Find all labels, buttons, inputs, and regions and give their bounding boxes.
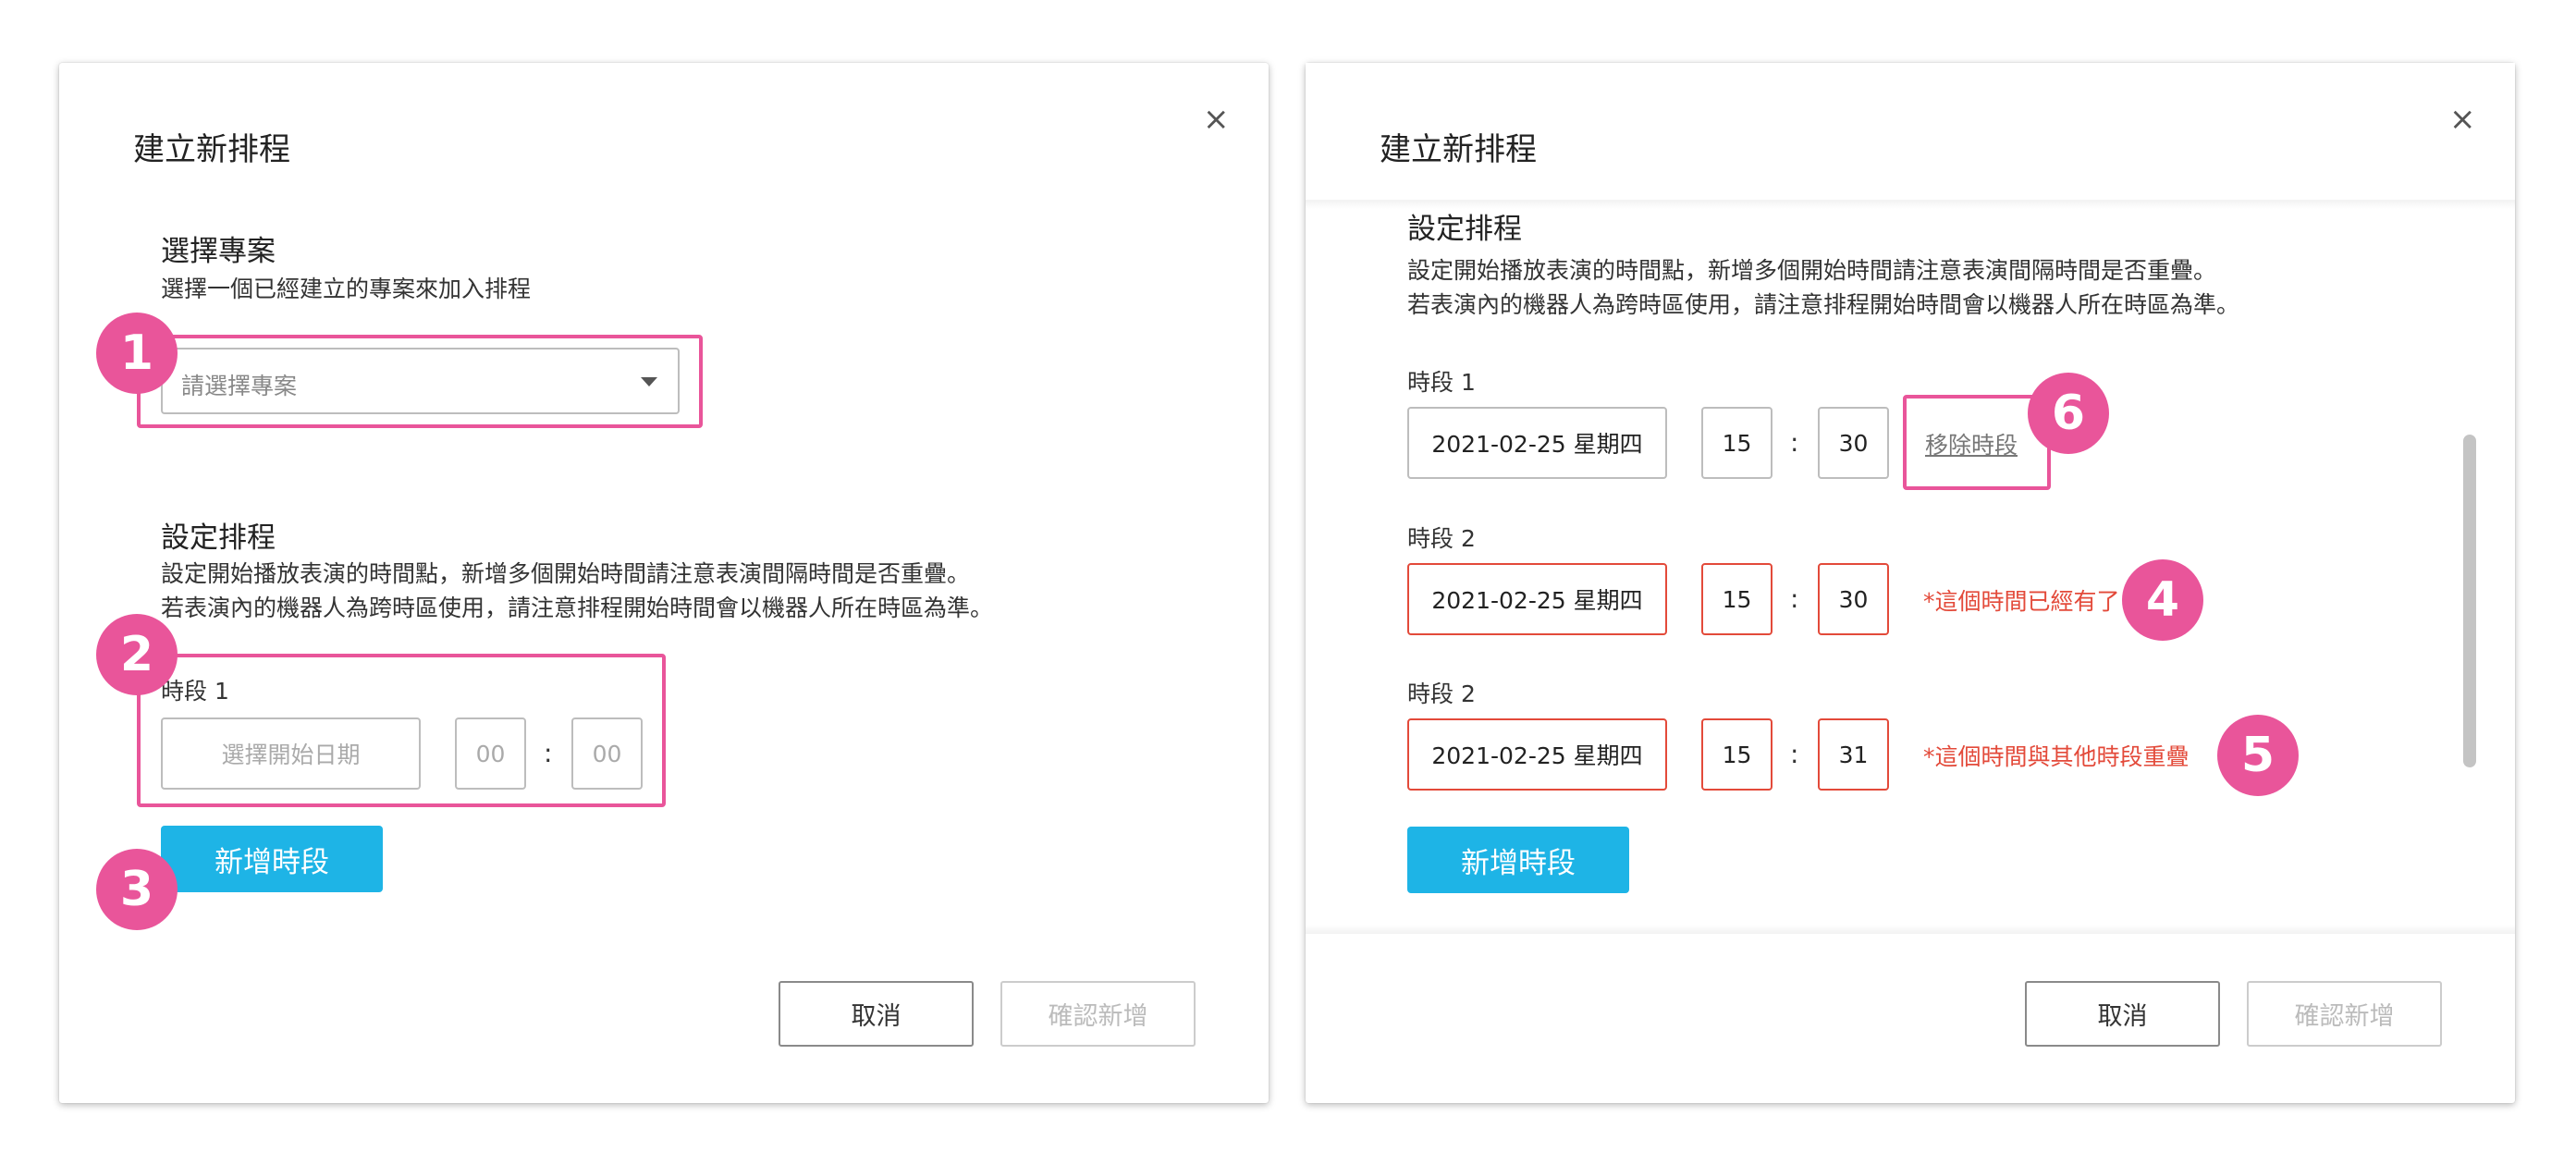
slot-2-label: 時段 2: [1407, 525, 1476, 552]
hour-field[interactable]: 00: [455, 717, 526, 790]
confirm-add-button[interactable]: 確認新增: [2247, 981, 2442, 1047]
time-separator: :: [544, 738, 553, 768]
schedule-description-line2: 若表演內的機器人為跨時區使用，請注意排程開始時間會以機器人所在時區為準。: [161, 595, 994, 621]
annotation-badge-4: 4: [2122, 559, 2203, 641]
slot-3-date-field[interactable]: 2021-02-25 星期四: [1407, 718, 1667, 791]
slot-2-minute-field[interactable]: 30: [1818, 563, 1889, 635]
annotation-badge-5: 5: [2217, 715, 2299, 796]
slot-1-minute-field[interactable]: 30: [1818, 407, 1889, 479]
content-scrollbar[interactable]: [2463, 435, 2476, 767]
minute-field[interactable]: 00: [571, 717, 643, 790]
create-schedule-modal-filled: 設定排程 設定開始播放表演的時間點，新增多個開始時間請注意表演間隔時間是否重疊。…: [1306, 63, 2515, 1103]
schedule-section-title: 設定排程: [1407, 213, 1522, 246]
caret-down-icon: [641, 377, 657, 386]
modal-title: 建立新排程: [133, 131, 290, 168]
close-icon[interactable]: ×: [2449, 104, 2476, 135]
slot-3-label: 時段 2: [1407, 681, 1476, 707]
time-separator: :: [1790, 583, 1799, 614]
schedule-description-line1: 設定開始播放表演的時間點，新增多個開始時間請注意表演間隔時間是否重疊。: [1407, 257, 2217, 284]
remove-slot-link[interactable]: 移除時段: [1925, 427, 2018, 460]
slot-1-date-field[interactable]: 2021-02-25 星期四: [1407, 407, 1667, 479]
add-slot-button[interactable]: 新增時段: [161, 826, 383, 892]
project-select[interactable]: 請選擇專案: [161, 348, 680, 414]
modal-title: 建立新排程: [1380, 131, 1537, 168]
time-separator: :: [1790, 739, 1799, 769]
modal-header: 建立新排程 ×: [1306, 63, 2515, 200]
add-slot-button[interactable]: 新增時段: [1407, 827, 1629, 893]
slot-2-hour-field[interactable]: 15: [1701, 563, 1773, 635]
annotation-badge-1: 1: [96, 313, 178, 394]
schedule-description-line1: 設定開始播放表演的時間點，新增多個開始時間請注意表演間隔時間是否重疊。: [161, 560, 971, 587]
overlap-time-error: *這個時間與其他時段重疊: [1923, 743, 2190, 770]
slot-2-date-field[interactable]: 2021-02-25 星期四: [1407, 563, 1667, 635]
confirm-add-button[interactable]: 確認新增: [1000, 981, 1196, 1047]
project-select-placeholder: 請選擇專案: [181, 373, 298, 399]
project-section-description: 選擇一個已經建立的專案來加入排程: [161, 276, 532, 302]
slot-3-minute-field[interactable]: 31: [1818, 718, 1889, 791]
footer-shadow: [1306, 925, 2515, 934]
start-date-field[interactable]: 選擇開始日期: [161, 717, 421, 790]
duplicate-time-error: *這個時間已經有了: [1923, 588, 2120, 615]
schedule-description-line2: 若表演內的機器人為跨時區使用，請注意排程開始時間會以機器人所在時區為準。: [1407, 291, 2240, 318]
annotation-badge-3: 3: [96, 849, 178, 930]
header-shadow: [1306, 200, 2515, 209]
annotation-badge-2: 2: [96, 614, 178, 695]
time-separator: :: [1790, 427, 1799, 458]
close-icon[interactable]: ×: [1203, 104, 1230, 135]
cancel-button[interactable]: 取消: [779, 981, 974, 1047]
cancel-button[interactable]: 取消: [2025, 981, 2220, 1047]
annotation-badge-6: 6: [2028, 373, 2109, 454]
create-schedule-modal-empty: 建立新排程 × 選擇專案 選擇一個已經建立的專案來加入排程 請選擇專案 1 設定…: [59, 63, 1269, 1103]
schedule-section-title: 設定排程: [161, 521, 276, 555]
slot-3-hour-field[interactable]: 15: [1701, 718, 1773, 791]
slot-1-hour-field[interactable]: 15: [1701, 407, 1773, 479]
slot-label: 時段 1: [161, 678, 229, 705]
project-section-title: 選擇專案: [161, 235, 276, 268]
slot-1-label: 時段 1: [1407, 369, 1476, 396]
